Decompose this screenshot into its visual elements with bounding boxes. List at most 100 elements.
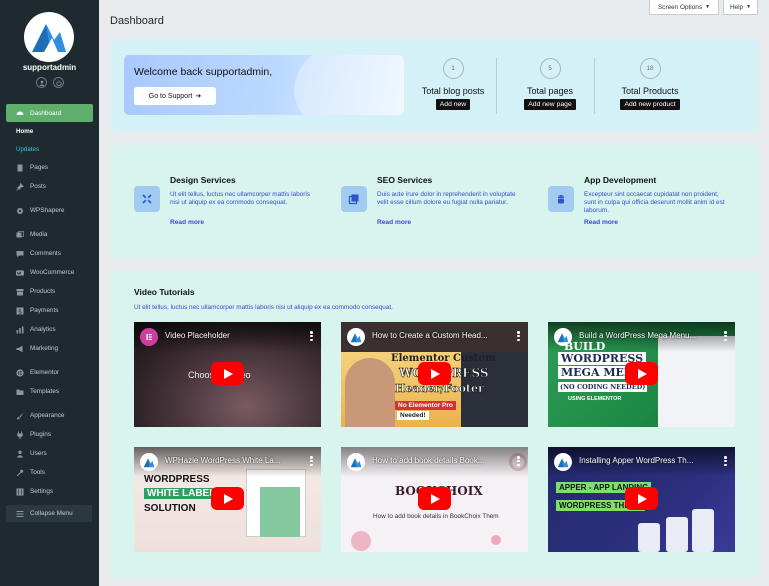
site-logo[interactable] <box>24 12 74 62</box>
submenu-item-updates[interactable]: Updates <box>0 140 99 158</box>
menu-label: Media <box>30 231 48 238</box>
play-button[interactable] <box>418 487 451 510</box>
video-title: WPHazie WordPress White La... <box>165 456 281 465</box>
thumb-text: No Elementor Pro <box>395 401 456 410</box>
video-thumbnail[interactable]: WPHazie WordPress White La... WORDPRESS … <box>134 447 321 552</box>
archive-box-icon <box>16 288 24 296</box>
menu-item-media[interactable]: Media <box>0 225 99 244</box>
mountain-logo-icon <box>347 453 365 471</box>
menu-label: Plugins <box>30 431 51 438</box>
service-desc: Ut elit tellus, luctus nec ullamcorper m… <box>170 191 310 207</box>
welcome-panel: Welcome back supportadmin, Go to Support… <box>110 40 759 131</box>
play-button[interactable] <box>625 487 658 510</box>
more-options-icon[interactable] <box>517 456 520 466</box>
video-title: Installing Apper WordPress Th... <box>579 456 694 465</box>
service-desc: Excepteur sint occaecat cupidatat non pr… <box>584 191 725 215</box>
admin-sidebar: supportadmin Dashboard Home Updates Page… <box>0 0 99 586</box>
stat-label: Total blog posts <box>421 86 485 96</box>
play-button[interactable] <box>418 362 451 385</box>
video-title: How to add book details Book... <box>372 456 485 465</box>
menu-item-appearance[interactable]: Appearance <box>0 406 99 425</box>
video-thumbnail[interactable]: How to add book details Book... BOOKCHOI… <box>341 447 528 552</box>
menu-item-woocommerce[interactable]: WooCommerce <box>0 263 99 282</box>
read-more-link[interactable]: Read more <box>170 219 204 226</box>
help-label: Help <box>729 3 744 11</box>
more-options-icon[interactable] <box>310 456 313 466</box>
svg-text:$: $ <box>18 308 22 315</box>
video-thumbnail[interactable]: Build a WordPress Mega Menu... BUILD WOR… <box>548 322 735 427</box>
more-options-icon[interactable] <box>724 331 727 341</box>
add-new-product-button[interactable]: Add new product <box>620 99 680 110</box>
menu-label: Users <box>30 450 47 457</box>
folder-icon <box>16 388 24 396</box>
menu-item-elementor[interactable]: Elementor <box>0 363 99 382</box>
menu-item-comments[interactable]: Comments <box>0 244 99 263</box>
bar-chart-icon <box>16 326 24 334</box>
thumb-text: Needed! <box>397 411 429 420</box>
service-desc: Duis aute irure dolor in reprehenderit i… <box>377 191 516 207</box>
menu-item-settings[interactable]: Settings <box>0 482 99 501</box>
menu-item-analytics[interactable]: Analytics <box>0 320 99 339</box>
caret-down-icon: ▼ <box>705 4 710 10</box>
more-options-icon[interactable] <box>310 331 313 341</box>
woocommerce-icon <box>16 269 24 277</box>
collapse-menu-label: Collapse Menu <box>30 510 73 517</box>
page-title: Dashboard <box>110 15 164 27</box>
stat-label: Total pages <box>526 86 574 96</box>
submenu-item-home[interactable]: Home <box>0 122 99 140</box>
menu-item-posts[interactable]: Posts <box>0 177 99 196</box>
video-thumbnail[interactable]: Installing Apper WordPress Th... APPER -… <box>548 447 735 552</box>
admin-menu: Dashboard Home Updates Pages Posts WPSha… <box>0 104 99 501</box>
services-panel: Design Services Ut elit tellus, luctus n… <box>110 145 759 257</box>
elementor-icon <box>140 328 158 346</box>
video-thumbnail[interactable]: How to Create a Custom Head... Elementor… <box>341 322 528 427</box>
play-button[interactable] <box>625 362 658 385</box>
screen-options-button[interactable]: Screen Options ▼ <box>649 0 719 15</box>
menu-item-payments[interactable]: $ Payments <box>0 301 99 320</box>
collapse-menu-button[interactable]: Collapse Menu <box>6 505 92 522</box>
read-more-link[interactable]: Read more <box>584 219 618 226</box>
elementor-icon <box>16 368 24 377</box>
arrow-right-icon: ➔ <box>195 93 202 100</box>
media-icon <box>16 230 24 239</box>
read-more-link[interactable]: Read more <box>377 219 411 226</box>
settings-sliders-icon <box>16 488 24 496</box>
dashboard-gauge-icon <box>16 109 24 117</box>
menu-item-marketing[interactable]: Marketing <box>0 339 99 358</box>
thumb-text: USING ELEMENTOR <box>568 396 622 402</box>
menu-item-products[interactable]: Products <box>0 282 99 301</box>
video-tutorials-panel: Video Tutorials Ut elit tellus, luctus n… <box>110 271 759 577</box>
service-title: App Development <box>584 175 657 185</box>
video-tutorials-title: Video Tutorials <box>134 287 195 297</box>
menu-item-users[interactable]: Users <box>0 444 99 463</box>
play-button[interactable] <box>211 487 244 510</box>
go-to-support-button[interactable]: Go to Support ➔ <box>134 87 216 105</box>
mountain-logo-icon <box>347 328 365 346</box>
screen-options-label: Screen Options <box>657 3 703 11</box>
android-icon <box>548 186 574 212</box>
profile-icon[interactable] <box>36 77 47 88</box>
mountain-logo-icon <box>32 24 66 52</box>
add-new-page-button[interactable]: Add new page <box>524 99 576 110</box>
menu-item-wpshapere[interactable]: WPShapere <box>0 201 99 220</box>
menu-item-dashboard[interactable]: Dashboard <box>6 104 93 122</box>
add-new-post-button[interactable]: Add new <box>435 99 471 110</box>
more-options-icon[interactable] <box>517 331 520 341</box>
video-title: Build a WordPress Mega Menu... <box>579 331 697 340</box>
menu-item-templates[interactable]: Templates <box>0 382 99 401</box>
video-title: Video Placeholder <box>165 331 230 340</box>
megaphone-icon <box>16 345 24 353</box>
caret-down-icon: ▼ <box>746 4 752 10</box>
service-title: SEO Services <box>377 175 433 185</box>
more-options-icon[interactable] <box>724 456 727 466</box>
video-thumbnail[interactable]: Video Placeholder Choose a video <box>134 322 321 427</box>
help-button[interactable]: Help ▼ <box>723 0 758 15</box>
menu-item-pages[interactable]: Pages <box>0 158 99 177</box>
logout-icon[interactable] <box>53 77 64 88</box>
divider <box>496 58 497 114</box>
menu-item-plugins[interactable]: Plugins <box>0 425 99 444</box>
menu-label: Analytics <box>30 326 56 333</box>
play-button[interactable] <box>211 362 244 385</box>
menu-item-tools[interactable]: Tools <box>0 463 99 482</box>
dollar-icon: $ <box>16 307 24 315</box>
